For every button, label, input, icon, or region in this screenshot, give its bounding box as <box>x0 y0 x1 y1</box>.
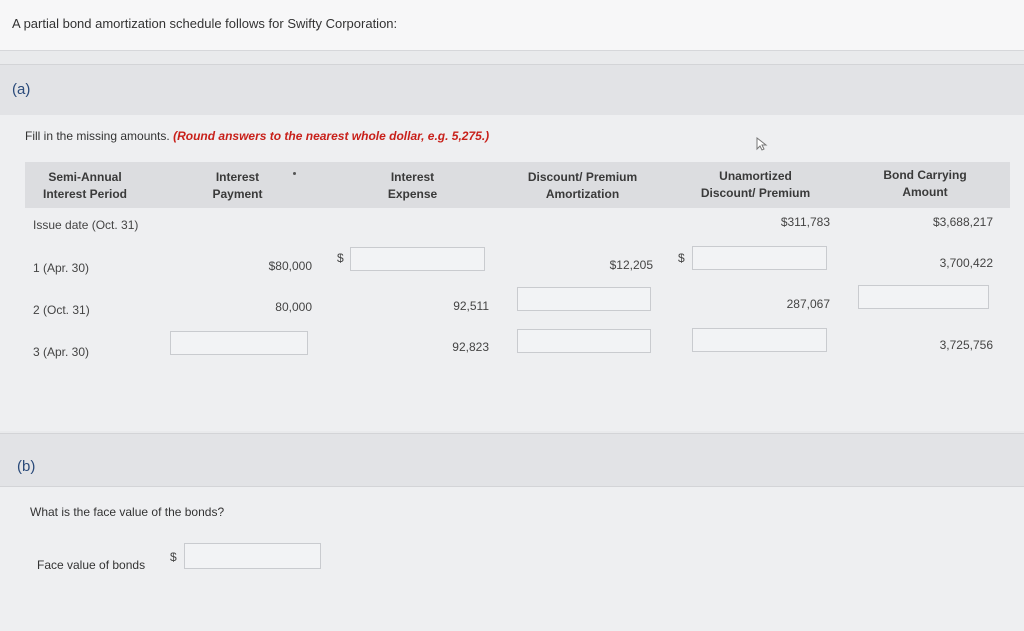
instructions: Fill in the missing amounts. (Round answ… <box>25 129 489 143</box>
intro-bar: A partial bond amortization schedule fol… <box>0 0 1024 51</box>
face-value-question: What is the face value of the bonds? <box>30 505 225 519</box>
section-a-label: (a) <box>12 81 31 98</box>
row-3-unamortized-input[interactable] <box>692 328 827 352</box>
row-3-expense: 92,823 <box>452 340 489 354</box>
row-issue-carrying: $3,688,217 <box>932 215 993 229</box>
row-2-payment: 80,000 <box>275 300 312 314</box>
section-a-header: (a) <box>0 64 1024 116</box>
row-2-unamortized: 287,067 <box>786 297 830 311</box>
section-b-label: (b) <box>17 458 36 475</box>
header-payment: Interest Payment <box>212 170 263 201</box>
header-expense: Interest Expense <box>387 170 438 201</box>
face-value-currency: $ <box>170 550 177 564</box>
intro-text: A partial bond amortization schedule fol… <box>12 16 398 31</box>
rounding-note: (Round answers to the nearest whole doll… <box>173 129 490 143</box>
row-1-payment: $80,000 <box>268 259 312 273</box>
row-3-payment-input[interactable] <box>170 331 308 355</box>
instruction-text: Fill in the missing amounts. <box>25 129 170 143</box>
row-1-expense-input[interactable] <box>350 247 485 271</box>
row-1-unamortized-currency: $ <box>678 251 685 265</box>
row-2-expense: 92,511 <box>453 299 489 313</box>
header-marker <box>293 172 296 175</box>
row-2-carrying-input[interactable] <box>858 285 989 309</box>
row-1-amortization: $12,205 <box>609 258 653 272</box>
row-3-amortization-input[interactable] <box>517 329 651 353</box>
row-1-expense-currency: $ <box>337 251 344 265</box>
row-1-unamortized-input[interactable] <box>692 246 827 270</box>
row-issue-unamortized: $311,783 <box>780 215 830 229</box>
section-b-header: (b) <box>0 433 1024 487</box>
row-issue-period: Issue date (Oct. 31) <box>33 218 139 232</box>
row-3-carrying: 3,725,756 <box>939 338 993 352</box>
header-amortization: Discount/ Premium Amortization <box>527 170 638 201</box>
row-2-amortization-input[interactable] <box>517 287 651 311</box>
header-carrying-amount: Bond Carrying Amount <box>883 168 967 199</box>
mouse-pointer-icon <box>756 137 768 151</box>
row-3-period: 3 (Apr. 30) <box>33 345 90 359</box>
face-value-label: Face value of bonds <box>37 558 146 572</box>
header-period: Semi-Annual Interest Period <box>42 170 128 201</box>
face-value-input[interactable] <box>184 543 321 569</box>
row-1-carrying: 3,700,422 <box>939 256 993 270</box>
row-2-period: 2 (Oct. 31) <box>33 303 90 317</box>
header-unamortized: Unamortized Discount/ Premium <box>700 169 811 200</box>
row-1-period: 1 (Apr. 30) <box>33 261 90 275</box>
